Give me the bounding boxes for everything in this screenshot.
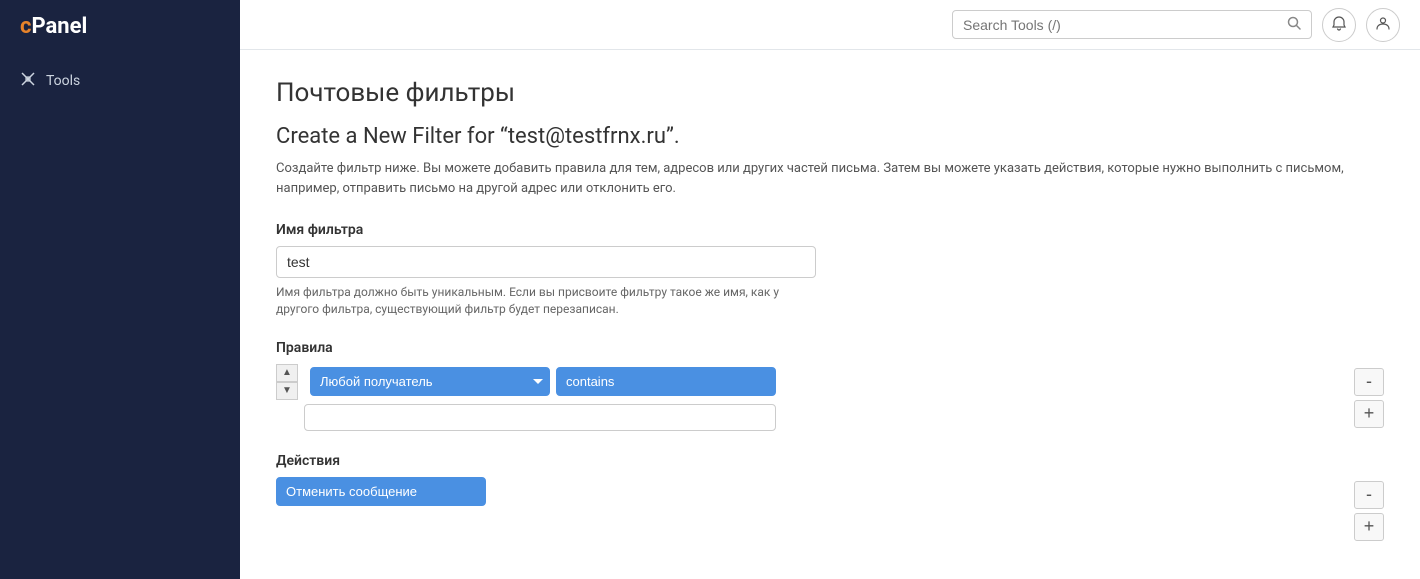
- actions-outer-row: Отменить сообщение Перенаправить на адре…: [276, 477, 1384, 541]
- sidebar-item-tools[interactable]: Tools: [0, 61, 240, 101]
- rules-inner: ▲ ▼ Любой получатель От Кому Тема Тело п…: [276, 364, 1324, 431]
- search-icon: [1287, 15, 1301, 34]
- rules-section: Правила ▲ ▼ Любой получатель От Кому Тем…: [276, 340, 1384, 431]
- logo: cPanel: [0, 0, 240, 53]
- rules-minus-button[interactable]: -: [1354, 368, 1384, 396]
- page-title: Почтовые фильтры: [276, 78, 1384, 108]
- search-box: [952, 10, 1312, 39]
- user-button[interactable]: [1366, 8, 1400, 42]
- actions-section: Действия Отменить сообщение Перенаправит…: [276, 453, 1384, 541]
- content: Почтовые фильтры Create a New Filter for…: [240, 50, 1420, 579]
- sidebar-item-label: Tools: [46, 73, 80, 89]
- search-input[interactable]: [963, 17, 1281, 33]
- rule-text-input[interactable]: [304, 404, 776, 431]
- bell-button[interactable]: [1322, 8, 1356, 42]
- arrow-down-button[interactable]: ▼: [276, 382, 298, 400]
- arrow-buttons: ▲ ▼: [276, 364, 298, 400]
- filter-name-label: Имя фильтра: [276, 222, 1384, 238]
- actions-plus-button[interactable]: +: [1354, 513, 1384, 541]
- filter-name-input[interactable]: [276, 246, 816, 278]
- main-area: Почтовые фильтры Create a New Filter for…: [240, 0, 1420, 579]
- description: Создайте фильтр ниже. Вы можете добавить…: [276, 159, 1376, 198]
- rules-plus-button[interactable]: +: [1354, 400, 1384, 428]
- actions-pm-buttons: - +: [1324, 477, 1384, 541]
- actions-inner: Отменить сообщение Перенаправить на адре…: [276, 477, 1324, 506]
- sidebar-nav: Tools: [0, 53, 240, 109]
- filter-name-hint: Имя фильтра должно быть уникальным. Если…: [276, 284, 796, 318]
- logo-text: cPanel: [20, 14, 87, 39]
- rules-pm-buttons: - +: [1324, 364, 1384, 428]
- user-icon: [1375, 15, 1391, 35]
- arrow-up-button[interactable]: ▲: [276, 364, 298, 382]
- action-select[interactable]: Отменить сообщение Перенаправить на адре…: [276, 477, 486, 506]
- rule-text-row: [304, 404, 1324, 431]
- filter-name-section: Имя фильтра Имя фильтра должно быть уник…: [276, 222, 1384, 318]
- rules-condition-select[interactable]: contains does not contain begins with en…: [556, 367, 776, 396]
- actions-row: Отменить сообщение Перенаправить на адре…: [276, 477, 1324, 506]
- actions-label: Действия: [276, 453, 1384, 469]
- tools-icon: [20, 71, 36, 91]
- sidebar: cPanel Tools: [0, 0, 240, 579]
- rules-field-select[interactable]: Любой получатель От Кому Тема Тело письм…: [310, 367, 550, 396]
- actions-minus-button[interactable]: -: [1354, 481, 1384, 509]
- filter-title: Create a New Filter for “test@testfrnx.r…: [276, 124, 1384, 149]
- topbar: [240, 0, 1420, 50]
- rules-label: Правила: [276, 340, 1384, 356]
- rules-top-row: ▲ ▼ Любой получатель От Кому Тема Тело п…: [276, 364, 1324, 400]
- bell-icon: [1331, 15, 1347, 35]
- rules-outer-row: ▲ ▼ Любой получатель От Кому Тема Тело п…: [276, 364, 1384, 431]
